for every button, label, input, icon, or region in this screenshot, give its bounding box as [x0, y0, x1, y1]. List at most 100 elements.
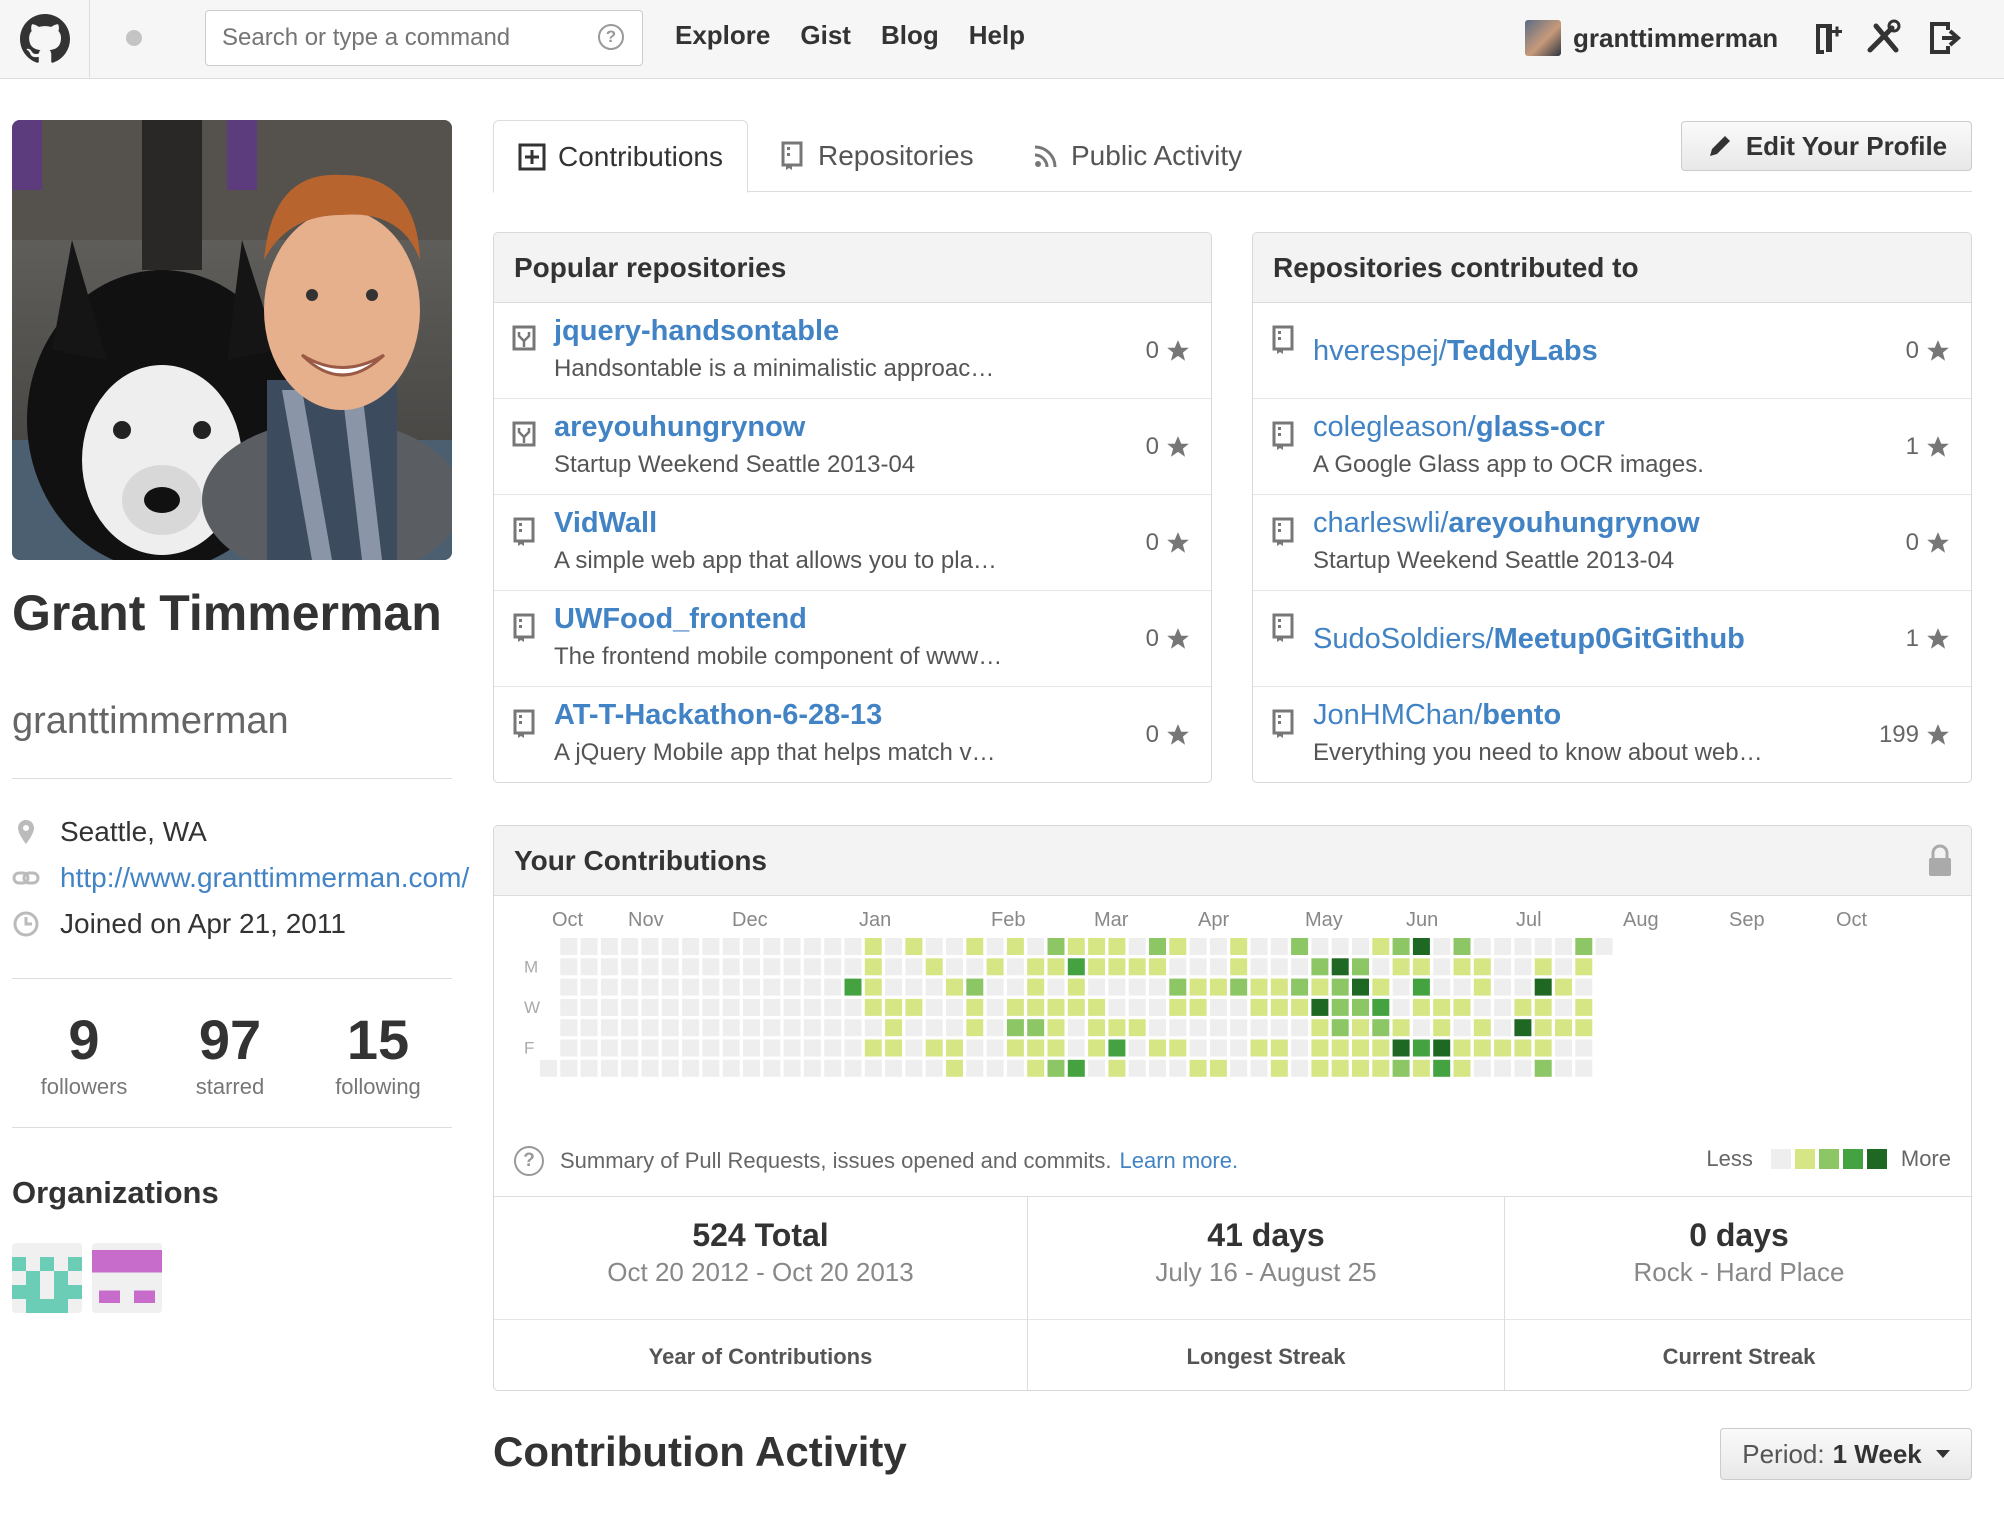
contribution-day-cell[interactable]: [1575, 1039, 1593, 1057]
contribution-day-cell[interactable]: [1108, 978, 1126, 996]
contribution-day-cell[interactable]: [1575, 998, 1593, 1016]
contribution-day-cell[interactable]: [621, 1019, 639, 1037]
contribution-day-cell[interactable]: [803, 1039, 821, 1057]
contribution-day-cell[interactable]: [580, 938, 598, 955]
contribution-day-cell[interactable]: [1250, 998, 1268, 1016]
contribution-day-cell[interactable]: [580, 978, 598, 996]
contribution-day-cell[interactable]: [1067, 998, 1085, 1016]
contribution-day-cell[interactable]: [580, 1019, 598, 1037]
contribution-day-cell[interactable]: [1128, 1019, 1146, 1037]
contribution-day-cell[interactable]: [925, 1019, 943, 1037]
contribution-day-cell[interactable]: [885, 1059, 903, 1077]
contribution-day-cell[interactable]: [661, 958, 679, 976]
contributed-repo-item[interactable]: charleswli/areyouhungrynow Startup Weeken…: [1253, 495, 1971, 591]
contribution-day-cell[interactable]: [1108, 1059, 1126, 1077]
contribution-day-cell[interactable]: [1575, 1059, 1593, 1077]
contribution-day-cell[interactable]: [661, 938, 679, 955]
contribution-day-cell[interactable]: [946, 998, 963, 1016]
contribution-day-cell[interactable]: [1372, 1039, 1390, 1057]
contribution-day-cell[interactable]: [1027, 978, 1045, 996]
contribution-day-cell[interactable]: [1352, 998, 1369, 1016]
contribution-day-cell[interactable]: [1555, 938, 1572, 955]
contribution-day-cell[interactable]: [1453, 938, 1471, 955]
contribution-day-cell[interactable]: [641, 1019, 659, 1037]
contribution-day-cell[interactable]: [1331, 938, 1349, 955]
contribution-day-cell[interactable]: [722, 998, 740, 1016]
contribution-day-cell[interactable]: [1006, 1039, 1024, 1057]
contribution-day-cell[interactable]: [1027, 1059, 1045, 1077]
contribution-day-cell[interactable]: [1534, 938, 1552, 955]
contribution-day-cell[interactable]: [743, 938, 760, 955]
contribution-day-cell[interactable]: [946, 1019, 963, 1037]
contribution-day-cell[interactable]: [1250, 1039, 1268, 1057]
contribution-day-cell[interactable]: [1494, 998, 1512, 1016]
contribution-day-cell[interactable]: [1453, 1039, 1471, 1057]
contribution-day-cell[interactable]: [1189, 998, 1207, 1016]
contribution-day-cell[interactable]: [580, 998, 598, 1016]
contribution-day-cell[interactable]: [600, 938, 618, 955]
contribution-day-cell[interactable]: [1027, 1039, 1045, 1057]
contribution-day-cell[interactable]: [905, 998, 923, 1016]
contribution-day-cell[interactable]: [1270, 998, 1288, 1016]
contribution-day-cell[interactable]: [966, 958, 984, 976]
contribution-day-cell[interactable]: [1291, 958, 1309, 976]
contribution-day-cell[interactable]: [1230, 978, 1248, 996]
contribution-day-cell[interactable]: [824, 998, 842, 1016]
contribution-day-cell[interactable]: [844, 978, 862, 996]
contribution-day-cell[interactable]: [1372, 958, 1390, 976]
contribution-day-cell[interactable]: [641, 938, 659, 955]
contribution-day-cell[interactable]: [1311, 1059, 1329, 1077]
contribution-day-cell[interactable]: [1311, 978, 1329, 996]
contribution-day-cell[interactable]: [1331, 1019, 1349, 1037]
contribution-day-cell[interactable]: [1473, 958, 1491, 976]
contribution-day-cell[interactable]: [1392, 998, 1410, 1016]
contribution-day-cell[interactable]: [1555, 958, 1572, 976]
contribution-day-cell[interactable]: [1534, 1059, 1552, 1077]
contribution-day-cell[interactable]: [925, 1039, 943, 1057]
contribution-day-cell[interactable]: [661, 998, 679, 1016]
contributed-repo-item[interactable]: JonHMChan/bento Everything you need to kn…: [1253, 687, 1971, 782]
contribution-day-cell[interactable]: [600, 1059, 618, 1077]
contribution-day-cell[interactable]: [702, 1039, 720, 1057]
contribution-day-cell[interactable]: [1473, 938, 1491, 955]
contribution-day-cell[interactable]: [1006, 998, 1024, 1016]
contribution-day-cell[interactable]: [682, 958, 700, 976]
contribution-day-cell[interactable]: [925, 1059, 943, 1077]
contribution-day-cell[interactable]: [1412, 998, 1430, 1016]
contribution-day-cell[interactable]: [803, 998, 821, 1016]
contribution-day-cell[interactable]: [1331, 1059, 1349, 1077]
contribution-day-cell[interactable]: [1270, 938, 1288, 955]
contribution-day-cell[interactable]: [844, 958, 862, 976]
following-stat[interactable]: 15 following: [305, 1010, 451, 1100]
contribution-day-cell[interactable]: [864, 938, 882, 955]
contributed-repo-item[interactable]: SudoSoldiers/Meetup0GitGithub 1: [1253, 591, 1971, 687]
contribution-day-cell[interactable]: [1209, 998, 1227, 1016]
contribution-day-cell[interactable]: [1270, 1019, 1288, 1037]
contribution-day-cell[interactable]: [966, 998, 984, 1016]
contribution-day-cell[interactable]: [1494, 958, 1512, 976]
repo-name-link[interactable]: colegleason/glass-ocr: [1313, 411, 1605, 444]
repo-name-link[interactable]: UWFood_frontend: [554, 603, 807, 636]
nav-help-link[interactable]: Help: [969, 20, 1025, 51]
contribution-day-cell[interactable]: [560, 1019, 578, 1037]
contribution-day-cell[interactable]: [966, 1019, 984, 1037]
contribution-day-cell[interactable]: [1209, 958, 1227, 976]
new-repo-icon[interactable]: [1806, 18, 1846, 58]
contribution-day-cell[interactable]: [1291, 938, 1309, 955]
contribution-day-cell[interactable]: [1006, 1019, 1024, 1037]
contribution-day-cell[interactable]: [1514, 938, 1532, 955]
contribution-day-cell[interactable]: [1189, 1019, 1207, 1037]
contribution-day-cell[interactable]: [1412, 1039, 1430, 1057]
contribution-day-cell[interactable]: [885, 1039, 903, 1057]
contribution-day-cell[interactable]: [743, 1039, 760, 1057]
contribution-day-cell[interactable]: [1311, 938, 1329, 955]
contribution-day-cell[interactable]: [824, 978, 842, 996]
contribution-day-cell[interactable]: [1494, 1019, 1512, 1037]
contribution-day-cell[interactable]: [1088, 1039, 1106, 1057]
contribution-day-cell[interactable]: [824, 1059, 842, 1077]
contribution-day-cell[interactable]: [621, 1059, 639, 1077]
account-settings-icon[interactable]: [1864, 18, 1904, 58]
followers-stat[interactable]: 9 followers: [11, 1010, 157, 1100]
repo-name-link[interactable]: AT-T-Hackathon-6-28-13: [554, 699, 882, 732]
contribution-day-cell[interactable]: [763, 1019, 781, 1037]
